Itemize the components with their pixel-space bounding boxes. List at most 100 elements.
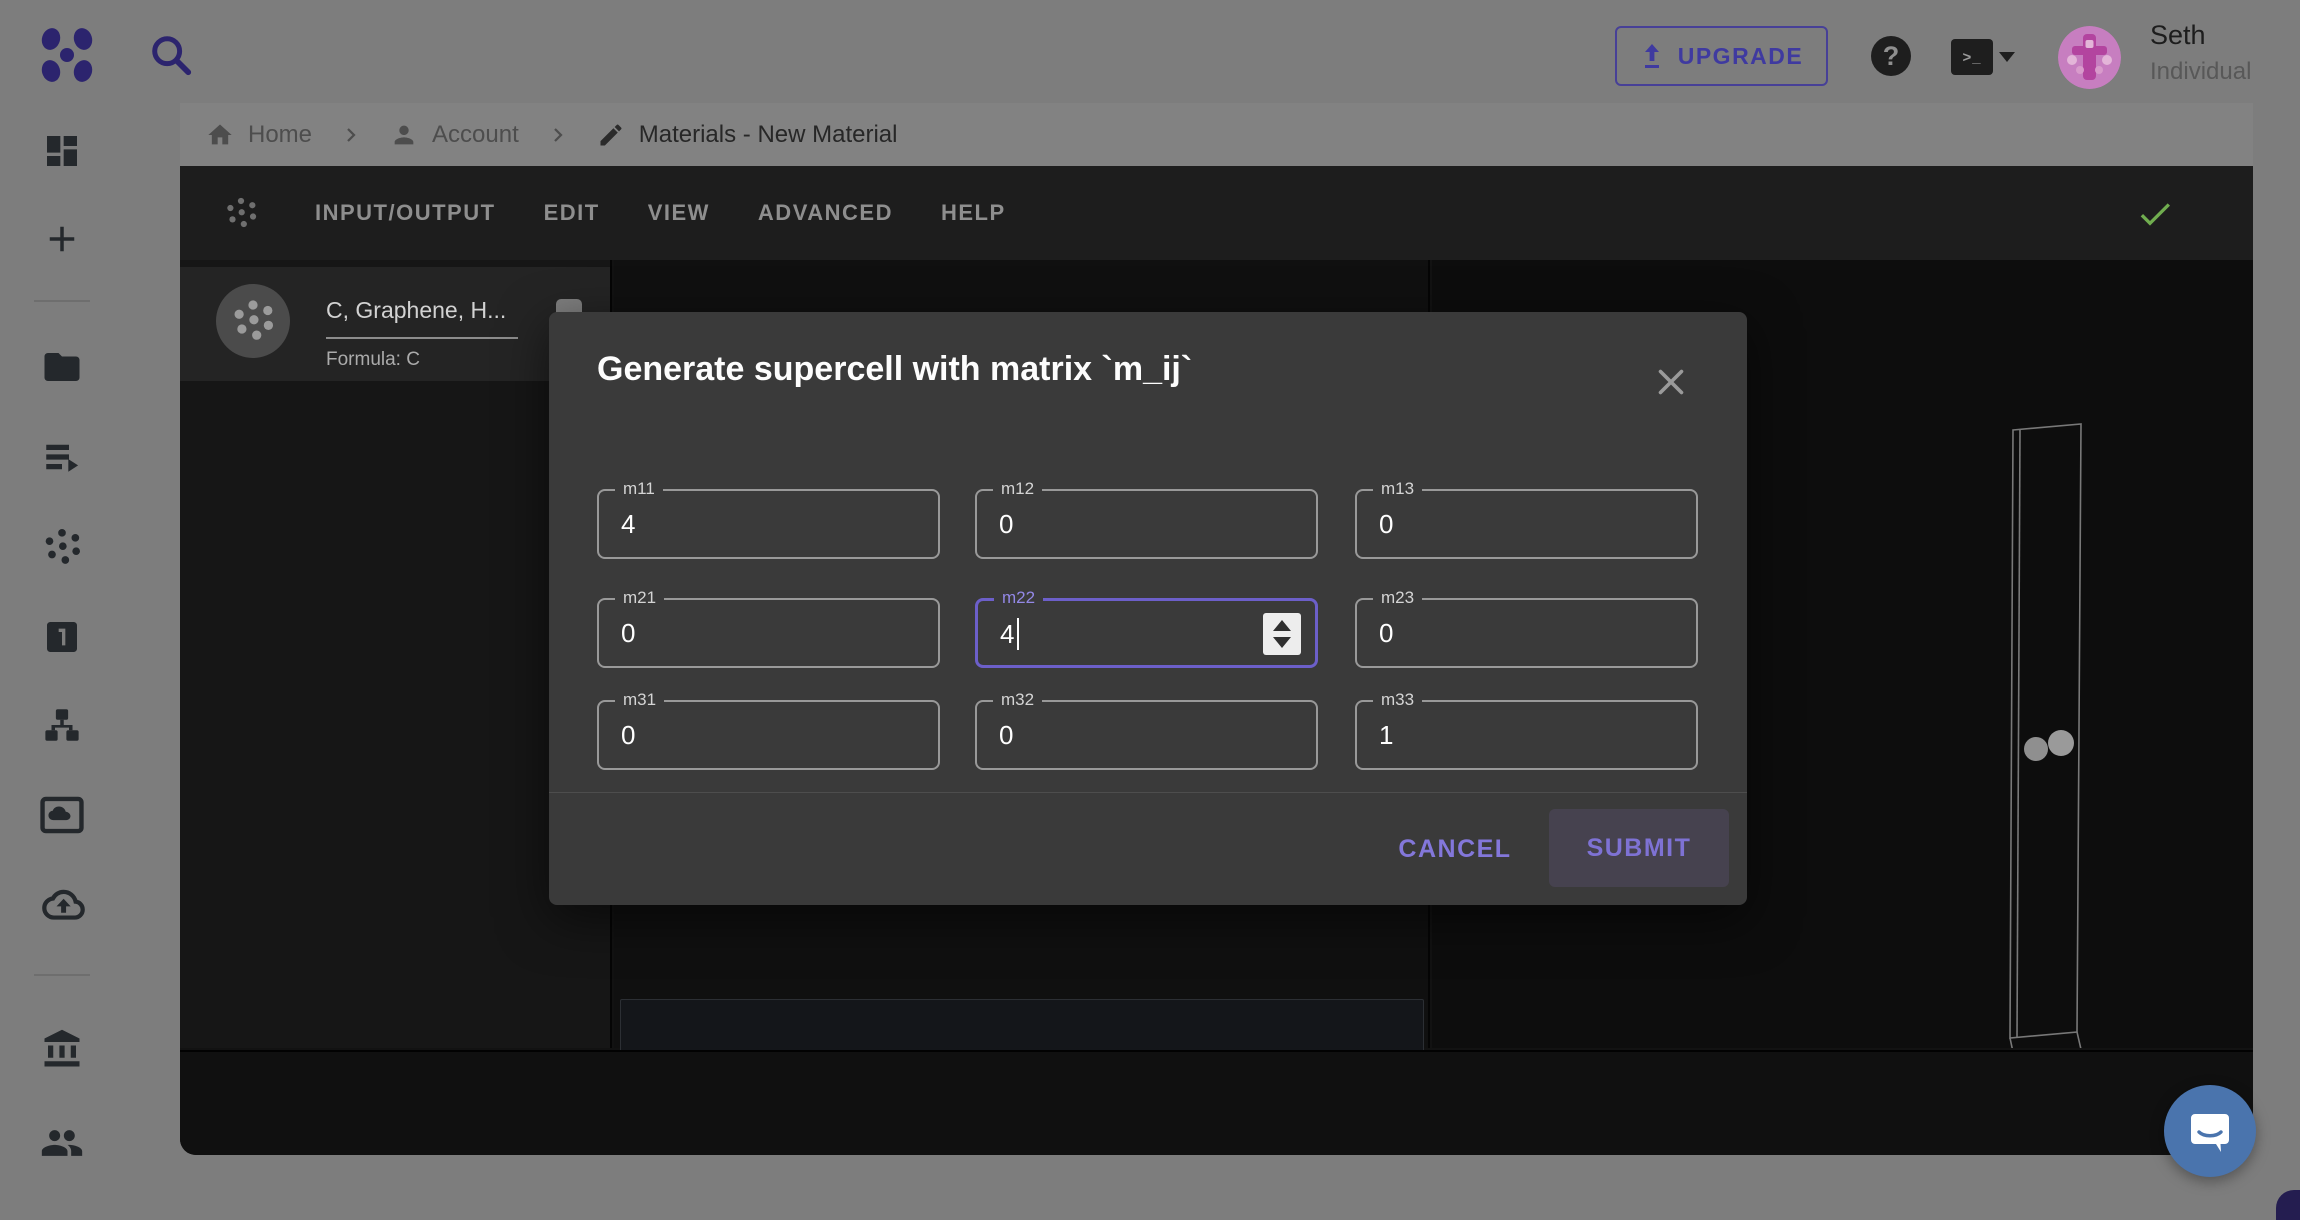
menu-advanced[interactable]: ADVANCED: [758, 200, 893, 226]
menu-input-output[interactable]: INPUT/OUTPUT: [315, 200, 496, 226]
number-spinner[interactable]: [1263, 613, 1301, 655]
sidebar-item-jobs[interactable]: [37, 432, 87, 482]
breadcrumb-account[interactable]: Account: [390, 121, 519, 149]
help-glyph: ?: [1882, 40, 1900, 71]
dashboard-icon: [46, 136, 77, 166]
sidebar-item-cloud-upload[interactable]: [37, 880, 87, 930]
upgrade-button[interactable]: UPGRADE: [1615, 26, 1828, 86]
spinner-down-icon[interactable]: [1273, 637, 1291, 648]
field-value: 0: [999, 509, 1014, 539]
field-value: 1: [1379, 720, 1394, 750]
folder-icon: [44, 353, 79, 381]
editor-menu-bar: INPUT/OUTPUT EDIT VIEW ADVANCED HELP: [180, 166, 2253, 260]
top-bar: UPGRADE ? >_ Seth Individual: [0, 0, 2300, 104]
sidebar-item-team[interactable]: [37, 1118, 87, 1168]
chat-launcher-button[interactable]: [2164, 1085, 2256, 1177]
sidebar-item-projects-folder[interactable]: [37, 342, 87, 392]
field-value: 4: [1000, 601, 1020, 667]
chevron-right-icon: [347, 127, 356, 142]
canvas-footer-strip: [180, 1050, 2253, 1155]
cloud-image-icon: [39, 796, 84, 834]
user-avatar[interactable]: [2058, 26, 2121, 89]
menu-view[interactable]: VIEW: [648, 200, 710, 226]
upload-arrow-icon: [1644, 44, 1659, 68]
cancel-button-label: CANCEL: [1398, 834, 1512, 863]
breadcrumb-account-label: Account: [432, 120, 519, 148]
sidebar-item-organization[interactable]: [37, 1024, 87, 1074]
home-icon: [208, 124, 232, 144]
field-value: 0: [1379, 618, 1394, 648]
sidebar-item-media[interactable]: [37, 790, 87, 840]
sidebar-divider: [33, 974, 90, 976]
field-value: 0: [621, 618, 636, 648]
matrix-input-m13[interactable]: m13 0: [1355, 479, 1698, 559]
cloud-upload-icon: [41, 889, 85, 920]
team-people-icon: [41, 1130, 82, 1156]
field-value: 4: [621, 509, 636, 539]
dialog-title: Generate supercell with matrix `m_ij`: [597, 350, 1193, 388]
dialog-footer-divider: [549, 792, 1747, 793]
cancel-button[interactable]: CANCEL: [1385, 817, 1525, 881]
close-icon[interactable]: [1653, 364, 1689, 400]
save-check-icon[interactable]: [2135, 194, 2175, 234]
workflow-tree-icon: [44, 709, 79, 741]
breadcrumb-home[interactable]: Home: [206, 121, 312, 149]
material-title: C, Graphene, H...: [326, 297, 507, 323]
spinner-up-icon[interactable]: [1273, 620, 1291, 631]
material-thumbnail: [216, 284, 290, 358]
looks-one-icon: [46, 622, 77, 652]
supercell-dialog: Generate supercell with matrix `m_ij` m1…: [549, 312, 1747, 905]
field-value: 0: [621, 720, 636, 750]
matrix-input-m33[interactable]: m33 1: [1355, 690, 1698, 770]
sidebar-item-materials[interactable]: [37, 522, 87, 572]
bank-icon: [44, 1029, 79, 1067]
pencil-icon: [600, 123, 622, 145]
sidebar-item-workflows[interactable]: [37, 700, 87, 750]
sidebar-item-create-new[interactable]: [37, 214, 87, 264]
sidebar-divider: [33, 300, 90, 302]
breadcrumb-home-label: Home: [248, 120, 313, 148]
submit-button-label: SUBMIT: [1586, 833, 1692, 862]
matrix-input-m22[interactable]: m22 4: [975, 588, 1318, 668]
app-root: UPGRADE ? >_ Seth Individual Home Accoun…: [0, 0, 2300, 1220]
text-cursor: [1017, 618, 1020, 650]
chevron-down-icon: [1999, 52, 2015, 62]
breadcrumb: Home Account Materials - New Material: [180, 103, 2253, 166]
chevron-right-icon: [553, 127, 563, 142]
materials-list-panel: C, Graphene, H... Formula: C: [180, 260, 612, 1048]
upgrade-button-label: UPGRADE: [1677, 42, 1804, 69]
matrix-input-m32[interactable]: m32 0: [975, 690, 1318, 770]
material-cluster-icon: [227, 197, 257, 228]
sidebar-rail: [0, 104, 123, 1220]
help-button[interactable]: ?: [1871, 36, 1911, 76]
user-plan: Individual: [2150, 58, 2252, 85]
material-title-underline: [326, 337, 518, 339]
menu-edit[interactable]: EDIT: [544, 200, 600, 226]
console-menu-button[interactable]: >_: [1951, 38, 2015, 76]
search-icon[interactable]: [148, 32, 194, 78]
matrix-input-m12[interactable]: m12 0: [975, 479, 1318, 559]
corner-widget: [2276, 1190, 2300, 1220]
delete-material-icon[interactable]: [556, 299, 582, 313]
user-name: Seth: [2150, 20, 2206, 50]
breadcrumb-current-label: Materials - New Material: [638, 120, 898, 148]
menu-help[interactable]: HELP: [941, 200, 1006, 226]
materials-dots-icon: [45, 529, 80, 564]
submit-button[interactable]: SUBMIT: [1549, 809, 1729, 887]
mat3ra-logo-icon[interactable]: [40, 27, 94, 83]
matrix-input-m11[interactable]: m11 4: [597, 479, 940, 559]
terminal-icon: >_: [1951, 39, 1993, 75]
material-list-item[interactable]: C, Graphene, H... Formula: C: [180, 267, 610, 381]
sidebar-item-default-material[interactable]: [37, 612, 87, 662]
chat-bubble-icon: [2191, 1114, 2229, 1152]
field-value: 0: [999, 720, 1014, 750]
matrix-input-m23[interactable]: m23 0: [1355, 588, 1698, 668]
material-formula: Formula: C: [326, 349, 420, 370]
matrix-input-m21[interactable]: m21 0: [597, 588, 940, 668]
sidebar-item-dashboard[interactable]: [37, 126, 87, 176]
person-icon: [394, 125, 414, 144]
field-value: 0: [1379, 509, 1394, 539]
breadcrumb-current: Materials - New Material: [597, 120, 898, 149]
jobs-list-icon: [45, 444, 78, 472]
matrix-input-m31[interactable]: m31 0: [597, 690, 940, 770]
